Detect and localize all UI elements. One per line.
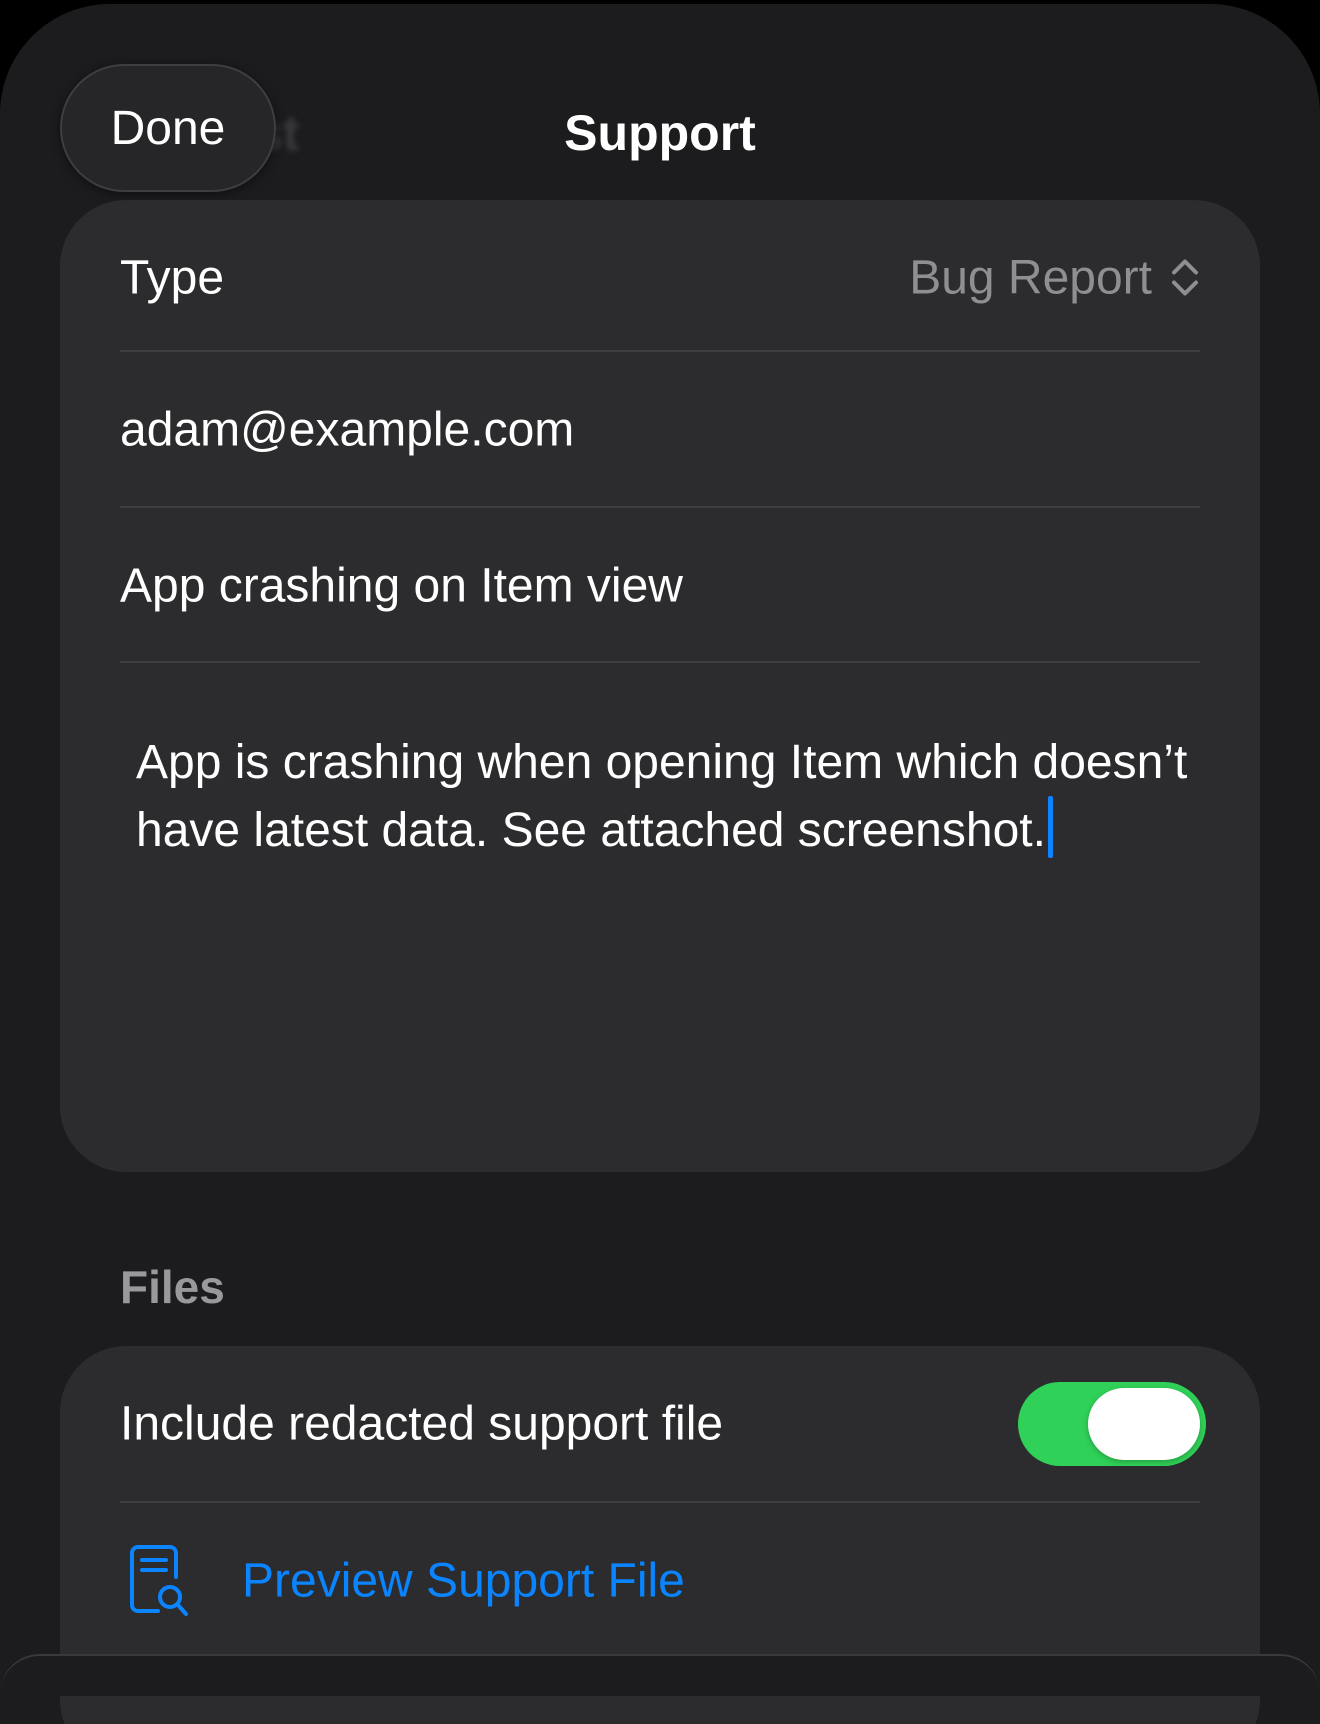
email-field[interactable]: adam@example.com	[120, 402, 574, 457]
subject-row[interactable]: App crashing on Item view	[60, 508, 1260, 663]
support-form-card: Type Bug Report adam@example.com App cra…	[60, 200, 1260, 1172]
toggle-knob	[1088, 1387, 1200, 1460]
preview-support-file-row[interactable]: Preview Support File	[60, 1503, 1260, 1658]
type-row[interactable]: Type Bug Report	[60, 200, 1260, 355]
include-support-file-row: Include redacted support file	[60, 1346, 1260, 1501]
type-picker[interactable]: Bug Report	[909, 250, 1200, 305]
text-cursor	[1047, 796, 1053, 858]
include-support-file-label: Include redacted support file	[120, 1397, 724, 1450]
page-title: Support	[564, 105, 756, 161]
support-sheet: st Done Support Type Bug Report adam@exa…	[0, 4, 1320, 1724]
nav-header: st Done Support	[0, 4, 1320, 194]
preview-support-file-link[interactable]: Preview Support File	[242, 1553, 685, 1608]
email-row[interactable]: adam@example.com	[60, 352, 1260, 507]
type-value: Bug Report	[909, 251, 1152, 304]
chevron-up-down-icon	[1172, 259, 1198, 296]
description-text: App is crashing when opening Item which …	[136, 736, 1188, 857]
divider	[120, 661, 1200, 663]
include-support-file-toggle[interactable]	[1018, 1381, 1206, 1466]
files-section-header: Files	[120, 1261, 225, 1313]
description-textarea[interactable]: App is crashing when opening Item which …	[136, 730, 1196, 864]
doc-magnifyingglass-icon	[130, 1544, 188, 1616]
type-label: Type	[120, 251, 225, 304]
subject-field[interactable]: App crashing on Item view	[120, 558, 683, 613]
bottom-sheet-edge	[0, 1654, 1320, 1696]
